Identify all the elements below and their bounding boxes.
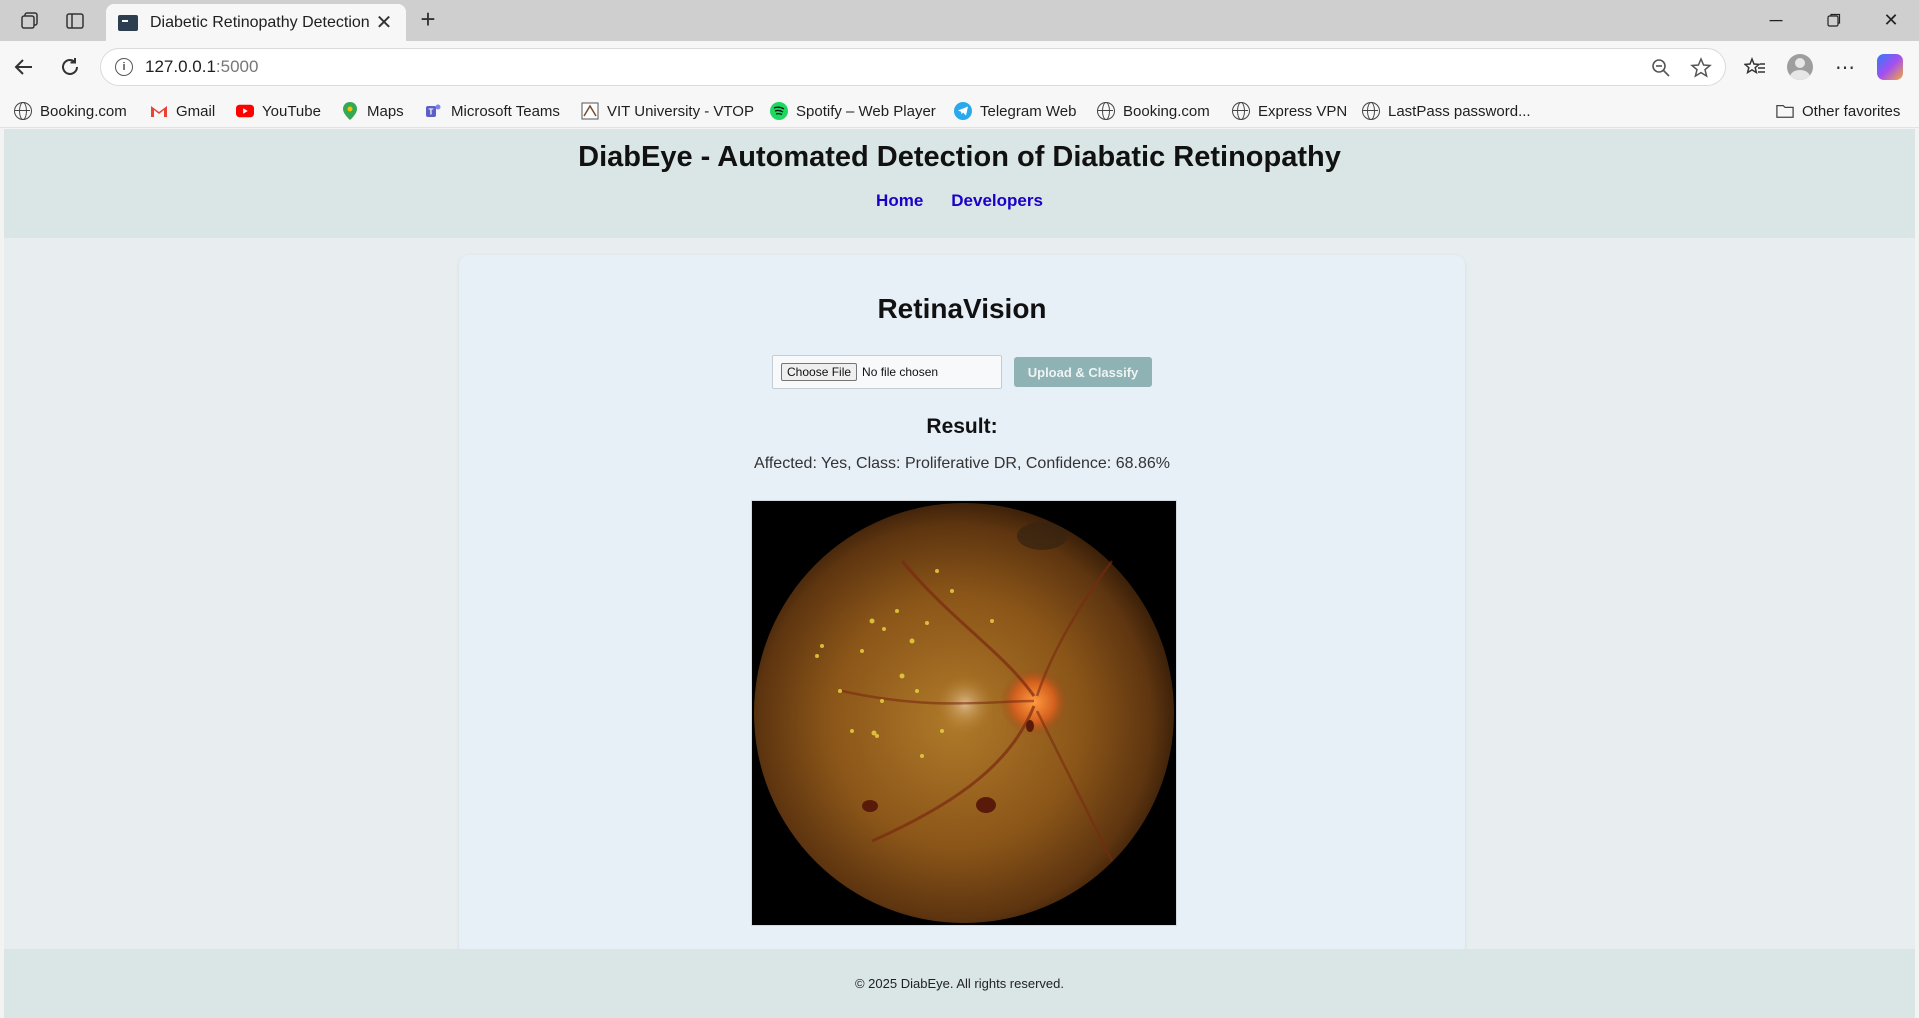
tab-close-icon[interactable]: ✕	[374, 10, 394, 35]
close-window-icon[interactable]: ✕	[1871, 6, 1911, 34]
result-heading: Result:	[926, 415, 998, 438]
file-status: No file chosen	[862, 365, 939, 379]
terminal-favicon-icon	[118, 14, 138, 31]
bookmark-vtop[interactable]: VIT University - VTOP	[581, 100, 754, 122]
bookmark-label: VIT University - VTOP	[607, 102, 754, 120]
bookmark-label: Booking.com	[1123, 102, 1210, 120]
bookmark-label: Express VPN	[1258, 102, 1348, 120]
bookmark-label: LastPass password...	[1388, 102, 1531, 120]
restore-icon[interactable]	[1814, 6, 1854, 34]
folder-icon	[1776, 102, 1794, 120]
bookmark-label: Spotify – Web Player	[796, 102, 936, 120]
upload-form: Choose File No file chosen Upload & Clas…	[459, 355, 1465, 389]
youtube-icon	[236, 102, 254, 120]
bookmark-spotify[interactable]: Spotify – Web Player	[770, 100, 936, 122]
bookmark-youtube[interactable]: YouTube	[236, 100, 321, 122]
site-info-icon[interactable]: i	[115, 58, 133, 76]
maps-pin-icon	[341, 102, 359, 120]
url-port: :5000	[215, 57, 259, 76]
teams-icon: T	[425, 102, 443, 120]
page-viewport: DiabEye - Automated Detection of Diabati…	[4, 129, 1915, 1018]
browser-toolbar: i 127.0.0.1:5000 ⋯	[0, 41, 1919, 93]
copilot-icon[interactable]	[1876, 53, 1904, 81]
bookmarks-bar: Booking.com Gmail YouTube Maps T Microso…	[0, 93, 1919, 128]
bookmark-maps[interactable]: Maps	[341, 100, 404, 122]
tab-title: Diabetic Retinopathy Detection	[150, 13, 370, 31]
back-icon[interactable]	[10, 53, 38, 81]
bookmark-label: Maps	[367, 102, 404, 120]
reload-icon[interactable]	[56, 53, 84, 81]
globe-icon	[1362, 102, 1380, 120]
bookmark-gmail[interactable]: Gmail	[150, 100, 215, 122]
footer-text: © 2025 DiabEye. All rights reserved.	[854, 976, 1064, 991]
globe-icon	[14, 102, 32, 120]
browser-tab-active[interactable]: Diabetic Retinopathy Detection ✕	[106, 4, 406, 41]
site-footer: © 2025 DiabEye. All rights reserved.	[4, 949, 1915, 1018]
favorites-icon[interactable]	[1741, 53, 1769, 81]
telegram-icon	[954, 102, 972, 120]
minimize-icon[interactable]: ─	[1756, 6, 1796, 34]
bookmark-label: Telegram Web	[980, 102, 1077, 120]
globe-icon	[1232, 102, 1250, 120]
site-nav: Home Developers	[4, 191, 1915, 211]
url-host: 127.0.0.1	[145, 57, 216, 76]
bookmark-booking[interactable]: Booking.com	[14, 100, 127, 122]
zoom-out-icon[interactable]	[1650, 57, 1672, 79]
browser-titlebar: Diabetic Retinopathy Detection ✕ + ─ ✕	[0, 0, 1919, 41]
vertical-tabs-icon[interactable]	[62, 8, 88, 34]
globe-icon	[1097, 102, 1115, 120]
address-bar[interactable]: i 127.0.0.1:5000	[100, 48, 1726, 86]
other-favorites[interactable]: Other favorites	[1776, 100, 1900, 122]
retina-fundus-image	[751, 500, 1177, 926]
bookmark-label: Microsoft Teams	[451, 102, 560, 120]
profile-avatar[interactable]	[1786, 53, 1814, 81]
bookmark-lastpass[interactable]: LastPass password...	[1362, 100, 1531, 122]
card-title: RetinaVision	[877, 293, 1047, 324]
classifier-card: RetinaVision Choose File No file chosen …	[459, 255, 1465, 955]
spotify-icon	[770, 102, 788, 120]
upload-classify-button[interactable]: Upload & Classify	[1014, 357, 1152, 387]
site-header: DiabEye - Automated Detection of Diabati…	[4, 129, 1915, 238]
bookmark-booking-2[interactable]: Booking.com	[1097, 100, 1210, 122]
more-options-icon[interactable]: ⋯	[1831, 53, 1859, 81]
bookmark-telegram[interactable]: Telegram Web	[954, 100, 1076, 122]
favorite-star-icon[interactable]	[1690, 57, 1712, 79]
nav-developers-link[interactable]: Developers	[951, 191, 1043, 211]
bookmark-teams[interactable]: T Microsoft Teams	[425, 100, 560, 122]
bookmark-expressvpn[interactable]: Express VPN	[1232, 100, 1347, 122]
other-favorites-label: Other favorites	[1802, 102, 1901, 120]
svg-text:T: T	[429, 108, 434, 117]
site-title: DiabEye - Automated Detection of Diabati…	[578, 141, 1341, 173]
gmail-icon	[150, 102, 168, 120]
workspaces-icon[interactable]	[17, 8, 43, 34]
result-text: Affected: Yes, Class: Proliferative DR, …	[754, 455, 1170, 472]
bookmark-label: Booking.com	[40, 102, 127, 120]
bookmark-label: YouTube	[262, 102, 321, 120]
nav-home-link[interactable]: Home	[876, 191, 923, 211]
choose-file-button[interactable]: Choose File	[781, 363, 858, 381]
file-input[interactable]: Choose File No file chosen	[772, 355, 1002, 389]
bookmark-label: Gmail	[176, 102, 216, 120]
new-tab-icon[interactable]: +	[414, 6, 442, 34]
vtop-icon	[581, 102, 599, 120]
